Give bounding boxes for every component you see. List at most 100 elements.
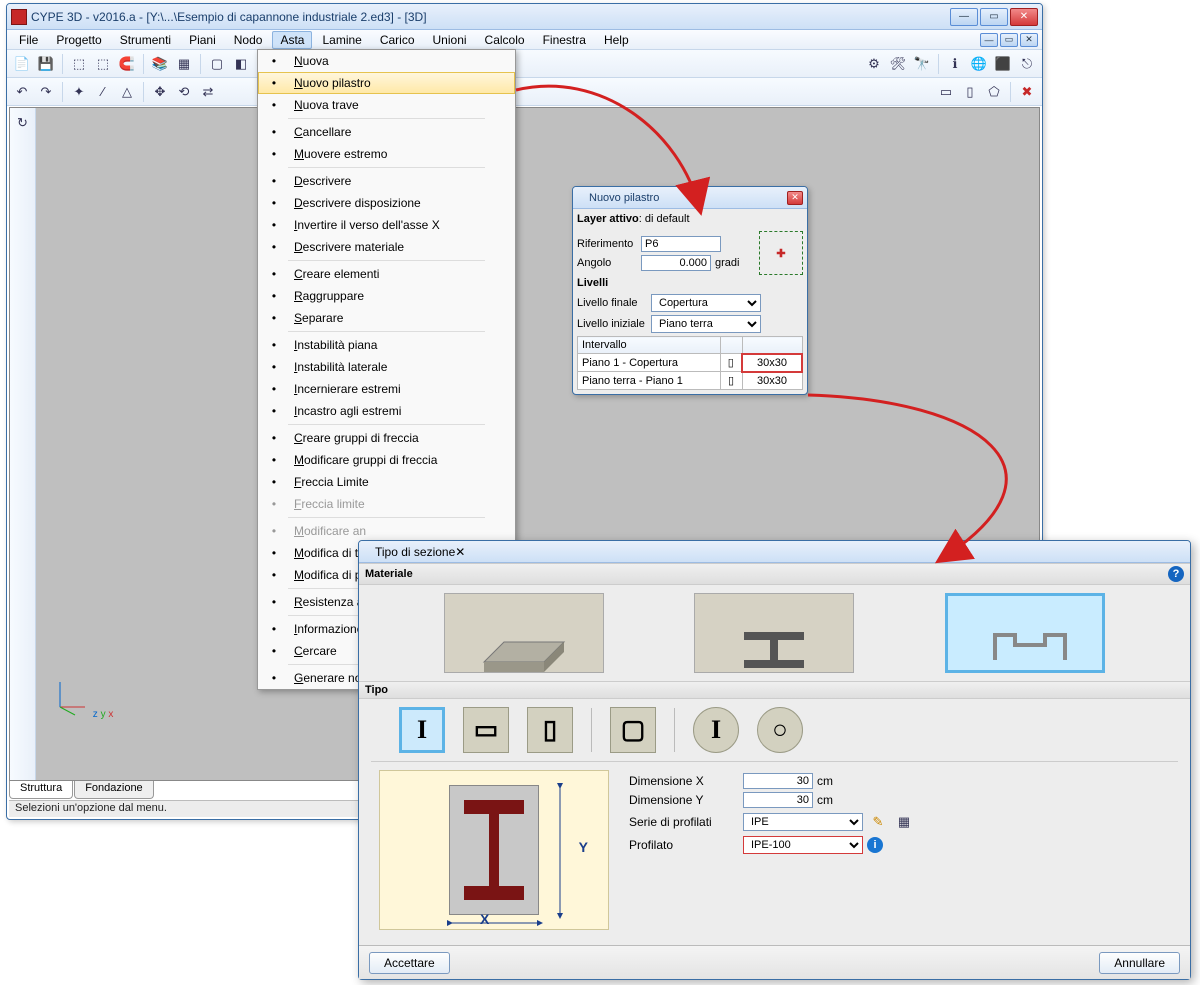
mirror-icon[interactable]: ⇄	[197, 81, 219, 103]
close-view-icon[interactable]: ✖	[1016, 81, 1038, 103]
angolo-input[interactable]	[641, 255, 711, 271]
menu-item-incernierare-estremi[interactable]: •Incernierare estremi	[258, 378, 515, 400]
view-side-icon[interactable]: ▯	[959, 81, 981, 103]
menu-item-descrivere[interactable]: •Descrivere	[258, 170, 515, 192]
info-icon[interactable]: i	[867, 837, 883, 853]
cancel-button[interactable]: Annullare	[1099, 952, 1180, 974]
menu-item-descrivere-disposizione[interactable]: •Descrivere disposizione	[258, 192, 515, 214]
material-steel[interactable]	[694, 593, 854, 673]
move-icon[interactable]: ✥	[149, 81, 171, 103]
menu-unioni[interactable]: Unioni	[425, 31, 475, 49]
menu-item-nuova-trave[interactable]: •Nuova trave	[258, 94, 515, 116]
support-icon[interactable]: △	[116, 81, 138, 103]
grid-icon[interactable]: ▦	[173, 53, 195, 75]
menu-calcolo[interactable]: Calcolo	[477, 31, 533, 49]
menu-file[interactable]: File	[11, 31, 46, 49]
select-icon[interactable]: ▢	[206, 53, 228, 75]
save-icon[interactable]: 💾	[35, 53, 57, 75]
tool-b-icon[interactable]: ⬚	[92, 53, 114, 75]
menu-item-creare-gruppi-di-freccia[interactable]: •Creare gruppi di freccia	[258, 427, 515, 449]
menu-item-modificare-gruppi-di-freccia[interactable]: •Modificare gruppi di freccia	[258, 449, 515, 471]
cube-icon[interactable]: ⬛	[992, 53, 1014, 75]
grid-series-icon[interactable]: ▦	[893, 811, 915, 833]
mdi-restore[interactable]: ▭	[1000, 33, 1018, 47]
undo-icon[interactable]: ↶	[11, 81, 33, 103]
dimx-input[interactable]	[743, 773, 813, 789]
riferimento-input[interactable]	[641, 236, 721, 252]
binoc-icon[interactable]: 🔭	[911, 53, 933, 75]
table-row[interactable]: Piano terra - Piano 1 ▯ 30x30	[578, 372, 803, 390]
redo-icon[interactable]: ↷	[35, 81, 57, 103]
profile-circle-i[interactable]: I	[693, 707, 739, 753]
menu-item-cancellare[interactable]: •Cancellare	[258, 121, 515, 143]
material-concrete[interactable]	[444, 593, 604, 673]
menu-piani[interactable]: Piani	[181, 31, 224, 49]
menu-carico[interactable]: Carico	[372, 31, 423, 49]
menu-item-instabilit-laterale[interactable]: •Instabilità laterale	[258, 356, 515, 378]
menu-item-creare-elementi[interactable]: •Creare elementi	[258, 263, 515, 285]
profile-i[interactable]: I	[399, 707, 445, 753]
menu-help[interactable]: Help	[596, 31, 637, 49]
bar-icon[interactable]: ∕	[92, 81, 114, 103]
tools-icon[interactable]: 🛠	[887, 53, 909, 75]
profilato-select[interactable]: IPE-100	[743, 836, 863, 854]
edit-series-icon[interactable]: ✎	[867, 811, 889, 833]
help-icon[interactable]: ?	[1168, 566, 1184, 582]
angolo-unit: gradi	[715, 257, 739, 269]
menu-progetto[interactable]: Progetto	[48, 31, 109, 49]
minimize-button[interactable]: —	[950, 8, 978, 26]
menu-item-descrivere-materiale[interactable]: •Descrivere materiale	[258, 236, 515, 258]
menu-item-invertire-il-verso-dell-asse-x[interactable]: •Invertire il verso dell'asse X	[258, 214, 515, 236]
accept-button[interactable]: Accettare	[369, 952, 450, 974]
node-icon[interactable]: ✦	[68, 81, 90, 103]
maximize-button[interactable]: ▭	[980, 8, 1008, 26]
menu-item-freccia-limite[interactable]: •Freccia Limite	[258, 471, 515, 493]
magnet-icon[interactable]: 🧲	[116, 53, 138, 75]
profile-round-rect[interactable]: ▢	[610, 707, 656, 753]
menu-item-nuova[interactable]: •Nuova	[258, 50, 515, 72]
menu-finestra[interactable]: Finestra	[535, 31, 594, 49]
menu-item-nuovo-pilastro[interactable]: •Nuovo pilastro	[258, 72, 515, 94]
menu-asta[interactable]: Asta	[272, 31, 312, 49]
calc-icon[interactable]: ⚙	[863, 53, 885, 75]
menu-strumenti[interactable]: Strumenti	[112, 31, 179, 49]
livello-iniziale-label: Livello iniziale	[577, 318, 647, 330]
menu-item-muovere-estremo[interactable]: •Muovere estremo	[258, 143, 515, 165]
table-row[interactable]: Piano 1 - Copertura ▯ 30x30	[578, 354, 803, 372]
dim-cell[interactable]: 30x30	[742, 372, 802, 390]
tool-c-icon[interactable]: ◧	[230, 53, 252, 75]
close-button[interactable]: ✕	[1010, 8, 1038, 26]
menu-item-raggruppare[interactable]: •Raggruppare	[258, 285, 515, 307]
menu-item-instabilit-piana[interactable]: •Instabilità piana	[258, 334, 515, 356]
about-icon[interactable]: ℹ	[944, 53, 966, 75]
livello-finale-select[interactable]: Copertura	[651, 294, 761, 312]
dimy-input[interactable]	[743, 792, 813, 808]
layers-icon[interactable]: 📚	[149, 53, 171, 75]
anchor-position-control[interactable]: ✚	[759, 231, 803, 275]
refresh-icon[interactable]: ↻	[12, 112, 34, 134]
view-front-icon[interactable]: ▭	[935, 81, 957, 103]
globe-icon[interactable]: 🌐	[968, 53, 990, 75]
profile-ring[interactable]: ○	[757, 707, 803, 753]
material-cold-formed[interactable]	[945, 593, 1105, 673]
menu-item-separare[interactable]: •Separare	[258, 307, 515, 329]
mdi-close[interactable]: ✕	[1020, 33, 1038, 47]
mdi-minimize[interactable]: —	[980, 33, 998, 47]
tool-a-icon[interactable]: ⬚	[68, 53, 90, 75]
dialog-close-button[interactable]: ✕	[787, 191, 803, 205]
view-3d-icon[interactable]: ⬠	[983, 81, 1005, 103]
new-icon[interactable]: 📄	[11, 53, 33, 75]
menu-nodo[interactable]: Nodo	[226, 31, 271, 49]
exit-icon[interactable]: ⎋	[1016, 53, 1038, 75]
sezione-close-button[interactable]: ✕	[455, 545, 465, 559]
serie-select[interactable]: IPE	[743, 813, 863, 831]
menu-item-incastro-agli-estremi[interactable]: •Incastro agli estremi	[258, 400, 515, 422]
livello-iniziale-select[interactable]: Piano terra	[651, 315, 761, 333]
menu-lamine[interactable]: Lamine	[314, 31, 369, 49]
dim-cell-selected[interactable]: 30x30	[742, 354, 802, 372]
tab-struttura[interactable]: Struttura	[9, 781, 73, 799]
tab-fondazione[interactable]: Fondazione	[74, 781, 154, 799]
rotate-icon[interactable]: ⟲	[173, 81, 195, 103]
profile-rect[interactable]: ▯	[527, 707, 573, 753]
profile-box[interactable]: ▭	[463, 707, 509, 753]
